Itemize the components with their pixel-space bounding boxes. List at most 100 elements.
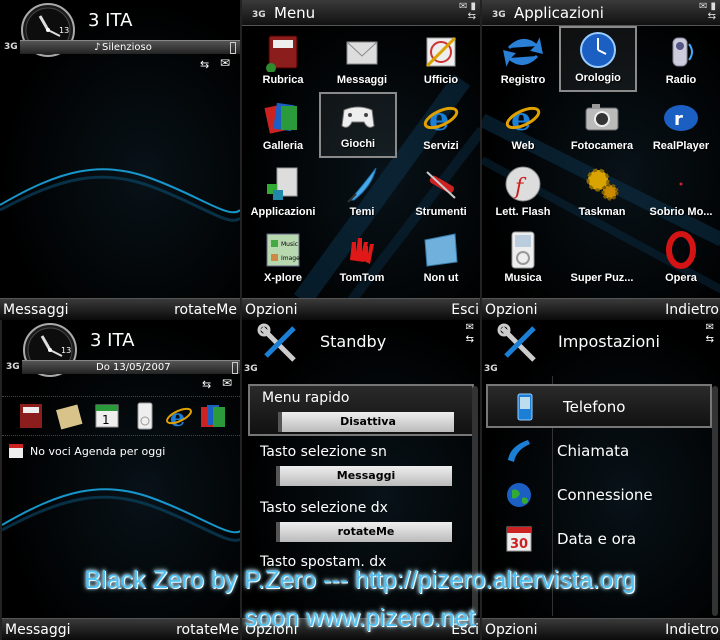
app-item-web[interactable]: e Web <box>484 94 562 160</box>
address-book-icon[interactable] <box>16 401 46 431</box>
app-item-orologio[interactable]: Orologio <box>559 26 637 92</box>
shortcut-bar: 1 e <box>2 396 240 436</box>
status-icons: ✉ ⇆ <box>705 322 714 345</box>
menu-screen: 3G Menu ✉ ▮ ⇆ Rubrica Messaggi Ufficio Ga… <box>240 0 480 320</box>
menu-item-messaggi[interactable]: Messaggi <box>323 28 401 94</box>
network-3g-badge: 3G <box>4 42 18 52</box>
clock-date: 13 <box>59 26 70 35</box>
app-item-realplayer[interactable]: r RealPlayer <box>642 94 720 160</box>
menu-item-giochi[interactable]: Giochi <box>319 92 397 158</box>
network-3g-badge: 3G <box>6 362 20 372</box>
note-icon: ♪ <box>94 42 101 53</box>
globe-icon <box>507 483 531 507</box>
log-arrows-icon <box>503 37 543 67</box>
gamepad-icon <box>341 106 375 128</box>
settings-item-chiamata[interactable]: Chiamata <box>482 430 720 474</box>
page-title: Standby <box>320 332 387 351</box>
banner-line-1: Black Zero by P.Zero --- http://pizero.a… <box>84 566 636 594</box>
app-item-registro[interactable]: Registro <box>484 28 562 94</box>
settings-item-connessione[interactable]: Connessione <box>482 474 720 518</box>
battery-icon <box>230 42 236 54</box>
browser-icon: e <box>423 100 459 138</box>
menu-item-temi[interactable]: Temi <box>323 160 401 226</box>
title-bar: 3G Applicazioni ✉ ▮ ⇆ <box>482 0 720 26</box>
clock-date: 13 <box>61 346 72 355</box>
ipod-icon[interactable] <box>130 401 160 431</box>
menu-item-servizi[interactable]: e Servizi <box>402 94 480 160</box>
page-title: Impostazioni <box>558 332 660 351</box>
setting-value[interactable]: Disattiva <box>278 412 454 432</box>
web-icon: e <box>505 100 541 138</box>
svg-text:e: e <box>170 403 185 431</box>
title-bar: 3G Menu ✉ ▮ ⇆ <box>242 0 480 26</box>
xplore-icon: Music Images <box>266 233 303 267</box>
menu-item-nonut[interactable]: Non ut <box>402 226 480 292</box>
wave-decoration <box>0 168 240 222</box>
themes-icon <box>347 167 377 203</box>
music-player-icon <box>511 231 535 269</box>
softkey-right[interactable]: Esci <box>451 302 479 318</box>
svg-text:1: 1 <box>102 413 110 427</box>
menu-item-rubrica[interactable]: Rubrica <box>244 28 322 94</box>
app-item-radio[interactable]: Radio <box>642 28 720 94</box>
agenda-text: No voci Agenda per oggi <box>30 445 166 458</box>
softkey-left[interactable]: Messaggi <box>3 302 69 318</box>
realplayer-icon: r <box>664 105 698 131</box>
app-item-fotocamera[interactable]: Fotocamera <box>563 94 641 160</box>
tomtom-icon <box>350 238 374 264</box>
app-item-sobrio[interactable]: Sobrio Mo... <box>642 160 720 226</box>
calendar-small-icon <box>9 444 23 458</box>
call-icon <box>508 440 530 462</box>
setting-menu-rapido[interactable]: Menu rapido Disattiva <box>248 384 474 436</box>
app-item-musica[interactable]: Musica <box>484 226 562 292</box>
page-title: Menu <box>274 4 316 22</box>
softkey-left[interactable]: Opzioni <box>485 302 537 318</box>
settings-item-telefono[interactable]: Telefono <box>486 384 712 428</box>
clock-icon <box>580 32 616 68</box>
svg-text:Images: Images <box>281 255 303 262</box>
profile-bar: ♪ Silenzioso <box>20 40 240 54</box>
network-3g-badge: 3G <box>492 10 506 20</box>
envelope-icon: ✉ <box>222 376 233 390</box>
puzzle-icon <box>582 230 622 270</box>
app-item-flash[interactable]: f Lett. Flash <box>484 160 562 226</box>
menu-item-strumenti[interactable]: Strumenti <box>402 160 480 226</box>
menu-grid: Rubrica Messaggi Ufficio Galleria Giochi… <box>244 28 480 294</box>
setting-tasto-sn[interactable]: Tasto selezione sn Messaggi <box>248 440 474 492</box>
address-book-icon <box>266 35 298 72</box>
gallery-icon <box>264 102 297 134</box>
calendar-icon[interactable]: 1 <box>92 401 122 431</box>
envelope-icon: ✉ <box>220 56 231 70</box>
softkey-right[interactable]: rotateMe <box>174 302 237 318</box>
applications-grid: Registro Orologio Radio e Web Fotocamera… <box>484 26 720 294</box>
sobrio-icon <box>679 182 683 186</box>
office-icon <box>425 36 457 68</box>
camera-icon <box>585 104 619 131</box>
menu-item-ufficio[interactable]: Ufficio <box>402 28 480 94</box>
notes-icon[interactable] <box>54 401 84 431</box>
settings-item-data-ora[interactable]: 30 Data e ora <box>482 518 720 562</box>
setting-value[interactable]: Messaggi <box>276 466 452 486</box>
softkey-left[interactable]: Opzioni <box>245 302 297 318</box>
status-icons: ✉ ▮ ⇆ <box>458 1 476 22</box>
envelope-icon <box>346 41 378 65</box>
browser-icon[interactable]: e <box>164 401 194 431</box>
menu-item-xplore[interactable]: Music Images X-plore <box>244 226 322 292</box>
app-item-taskman[interactable]: Taskman <box>563 160 641 226</box>
setting-tasto-dx[interactable]: Tasto selezione dx rotateMe <box>248 496 474 548</box>
app-item-opera[interactable]: Opera <box>642 226 720 292</box>
menu-item-tomtom[interactable]: TomTom <box>323 226 401 292</box>
menu-item-galleria[interactable]: Galleria <box>244 94 322 160</box>
softkey-right[interactable]: Indietro <box>665 302 719 318</box>
folder-icon <box>424 233 458 267</box>
phone-icon <box>517 393 533 421</box>
svg-text:Music: Music <box>281 241 298 248</box>
settings-header: Impostazioni ✉ ⇆ <box>482 320 720 364</box>
setting-value[interactable]: rotateMe <box>276 522 452 542</box>
menu-item-applicazioni[interactable]: Applicazioni <box>244 160 322 226</box>
gallery-icon[interactable] <box>198 401 228 431</box>
svg-text:e: e <box>511 100 531 138</box>
applications-screen: 3G Applicazioni ✉ ▮ ⇆ Registro Orologio R… <box>480 0 720 320</box>
app-item-superpuzzle[interactable]: Super Puz... <box>563 226 641 292</box>
status-icons: ✉ ⇆ <box>465 322 474 345</box>
